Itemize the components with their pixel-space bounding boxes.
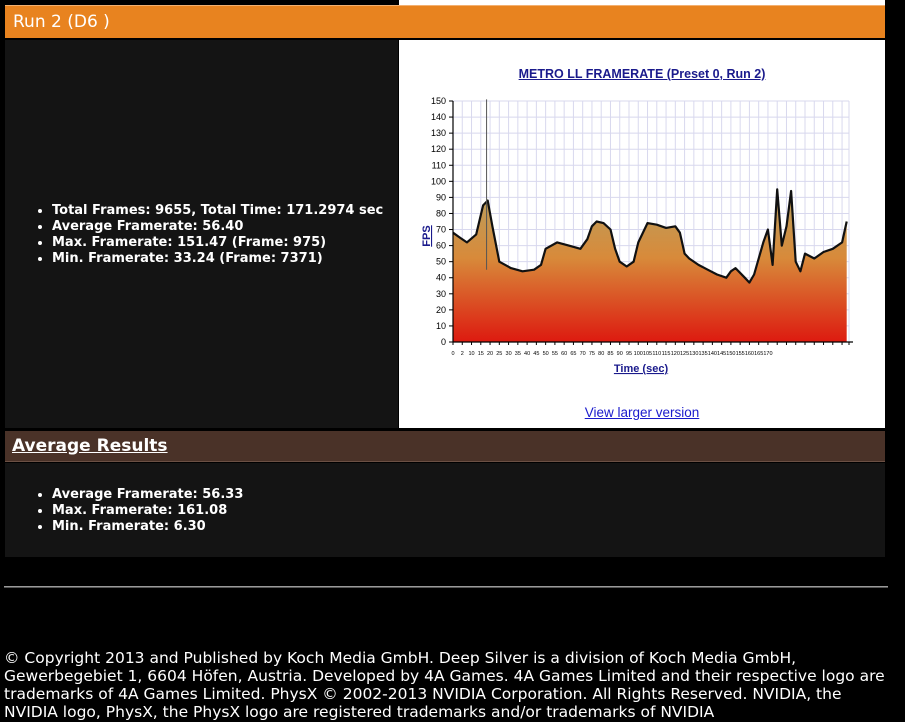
x-tick-label: 25 <box>496 351 502 357</box>
x-tick-label: 105 <box>643 351 652 357</box>
x-tick-label: 2 <box>461 351 464 357</box>
x-axis-label: Time (sec) <box>614 363 669 375</box>
x-tick-label: 70 <box>580 351 586 357</box>
x-tick-label: 90 <box>617 351 623 357</box>
x-tick-label: 40 <box>524 351 530 357</box>
horizontal-rule <box>4 586 888 588</box>
x-tick-label: 135 <box>699 351 708 357</box>
x-tick-label: 35 <box>515 351 521 357</box>
x-tick-label: 65 <box>570 351 576 357</box>
x-tick-label: 100 <box>634 351 643 357</box>
x-tick-label: 125 <box>680 351 689 357</box>
avg-average-framerate: Average Framerate: 56.33 <box>52 487 243 503</box>
x-tick-label: 55 <box>552 351 558 357</box>
average-results-header: Average Results <box>5 431 885 462</box>
x-tick-label: 170 <box>763 351 772 357</box>
x-tick-label: 160 <box>745 351 754 357</box>
x-tick-label: 60 <box>561 351 567 357</box>
y-tick-label: 30 <box>436 289 446 299</box>
y-tick-label: 80 <box>436 208 446 218</box>
y-tick-label: 0 <box>441 337 446 347</box>
x-tick-label: 95 <box>626 351 632 357</box>
y-tick-label: 60 <box>436 241 446 251</box>
average-results-list: Average Framerate: 56.33 Max. Framerate:… <box>5 487 243 535</box>
copyright-footer: © Copyright 2013 and Published by Koch M… <box>4 649 885 721</box>
avg-max-framerate: Max. Framerate: 161.08 <box>52 503 243 519</box>
x-tick-label: 20 <box>487 351 493 357</box>
run-stats-list: Total Frames: 9655, Total Time: 171.2974… <box>5 203 383 267</box>
y-tick-label: 40 <box>436 273 446 283</box>
run-title: Run 2 (D6 ) <box>13 12 110 32</box>
view-larger-link[interactable]: View larger version <box>399 405 885 420</box>
chart-panel: METRO LL FRAMERATE (Preset 0, Run 2) 0 10… <box>399 40 885 428</box>
stat-average-framerate: Average Framerate: 56.40 <box>52 219 383 235</box>
x-tick-label: 165 <box>754 351 763 357</box>
average-results-panel: Average Framerate: 56.33 Max. Framerate:… <box>5 463 885 557</box>
x-tick-label: 80 <box>598 351 604 357</box>
y-tick-label: 70 <box>436 225 446 235</box>
x-tick-label: 130 <box>689 351 698 357</box>
x-tick-label: 50 <box>543 351 549 357</box>
run-stats-panel: Total Frames: 9655, Total Time: 171.2974… <box>5 40 398 428</box>
stat-max-framerate: Max. Framerate: 151.47 (Frame: 975) <box>52 235 383 251</box>
y-tick-label: 110 <box>432 160 446 170</box>
stat-min-framerate: Min. Framerate: 33.24 (Frame: 7371) <box>52 251 383 267</box>
y-tick-label: 90 <box>436 192 446 202</box>
y-tick-label: 50 <box>436 257 446 267</box>
y-tick-label: 140 <box>431 112 446 122</box>
x-tick-label: 45 <box>533 351 539 357</box>
x-tick-label: 120 <box>671 351 680 357</box>
x-tick-label: 10 <box>468 351 474 357</box>
y-tick-label: 120 <box>431 144 446 154</box>
avg-min-framerate: Min. Framerate: 6.30 <box>52 519 243 535</box>
average-results-title[interactable]: Average Results <box>12 436 168 456</box>
y-tick-label: 10 <box>436 321 446 331</box>
y-tick-label: 150 <box>431 96 446 106</box>
x-tick-label: 155 <box>736 351 745 357</box>
x-tick-label: 15 <box>478 351 484 357</box>
x-tick-label: 85 <box>607 351 613 357</box>
run-header: Run 2 (D6 ) <box>5 5 885 38</box>
x-tick-label: 75 <box>589 351 595 357</box>
x-tick-label: 30 <box>506 351 512 357</box>
x-tick-label: 0 <box>451 351 454 357</box>
x-tick-label: 145 <box>717 351 726 357</box>
x-tick-label: 150 <box>726 351 735 357</box>
framerate-chart: 01020304050607080901001101201301401500 2 1… <box>421 96 853 375</box>
stat-total-frames: Total Frames: 9655, Total Time: 171.2974… <box>52 203 383 219</box>
y-tick-label: 130 <box>431 128 446 138</box>
x-tick-label: 140 <box>708 351 717 357</box>
x-tick-label: 115 <box>662 351 671 357</box>
y-tick-label: 20 <box>436 305 446 315</box>
x-tick-label: 110 <box>652 351 661 357</box>
y-tick-label: 100 <box>431 176 446 186</box>
y-axis-label: FPS <box>421 225 433 246</box>
